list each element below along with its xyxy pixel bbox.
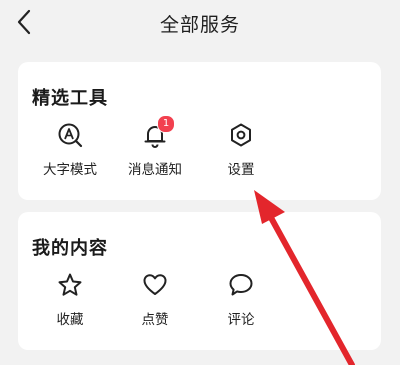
featured-tools-card: 精选工具 大字模式 1 消息通知 设置 [18, 62, 381, 200]
my-content-title: 我的内容 [32, 238, 108, 259]
message-notification-label: 消息通知 [128, 162, 182, 178]
likes-item[interactable]: 点赞 [115, 272, 195, 338]
star-icon [57, 272, 83, 298]
settings-label: 设置 [227, 162, 255, 178]
settings-icon [228, 122, 254, 148]
bell-icon: 1 [142, 115, 175, 148]
favorites-item[interactable]: 收藏 [30, 272, 110, 338]
likes-label: 点赞 [141, 312, 169, 328]
large-text-mode-item[interactable]: 大字模式 [30, 122, 110, 188]
favorites-label: 收藏 [56, 312, 84, 328]
my-content-card: 我的内容 收藏 点赞 评论 [18, 212, 381, 350]
settings-item[interactable]: 设置 [201, 122, 281, 188]
large-text-mode-label: 大字模式 [43, 162, 97, 178]
large-text-icon [57, 122, 83, 148]
heart-icon [142, 272, 168, 298]
notification-badge: 1 [157, 115, 175, 133]
comments-label: 评论 [227, 312, 255, 328]
app-header: 全部服务 [0, 0, 400, 48]
featured-tools-title: 精选工具 [32, 88, 108, 109]
message-notification-item[interactable]: 1 消息通知 [115, 115, 195, 188]
comment-icon [228, 272, 254, 298]
page-title: 全部服务 [159, 14, 240, 36]
comments-item[interactable]: 评论 [201, 272, 281, 338]
